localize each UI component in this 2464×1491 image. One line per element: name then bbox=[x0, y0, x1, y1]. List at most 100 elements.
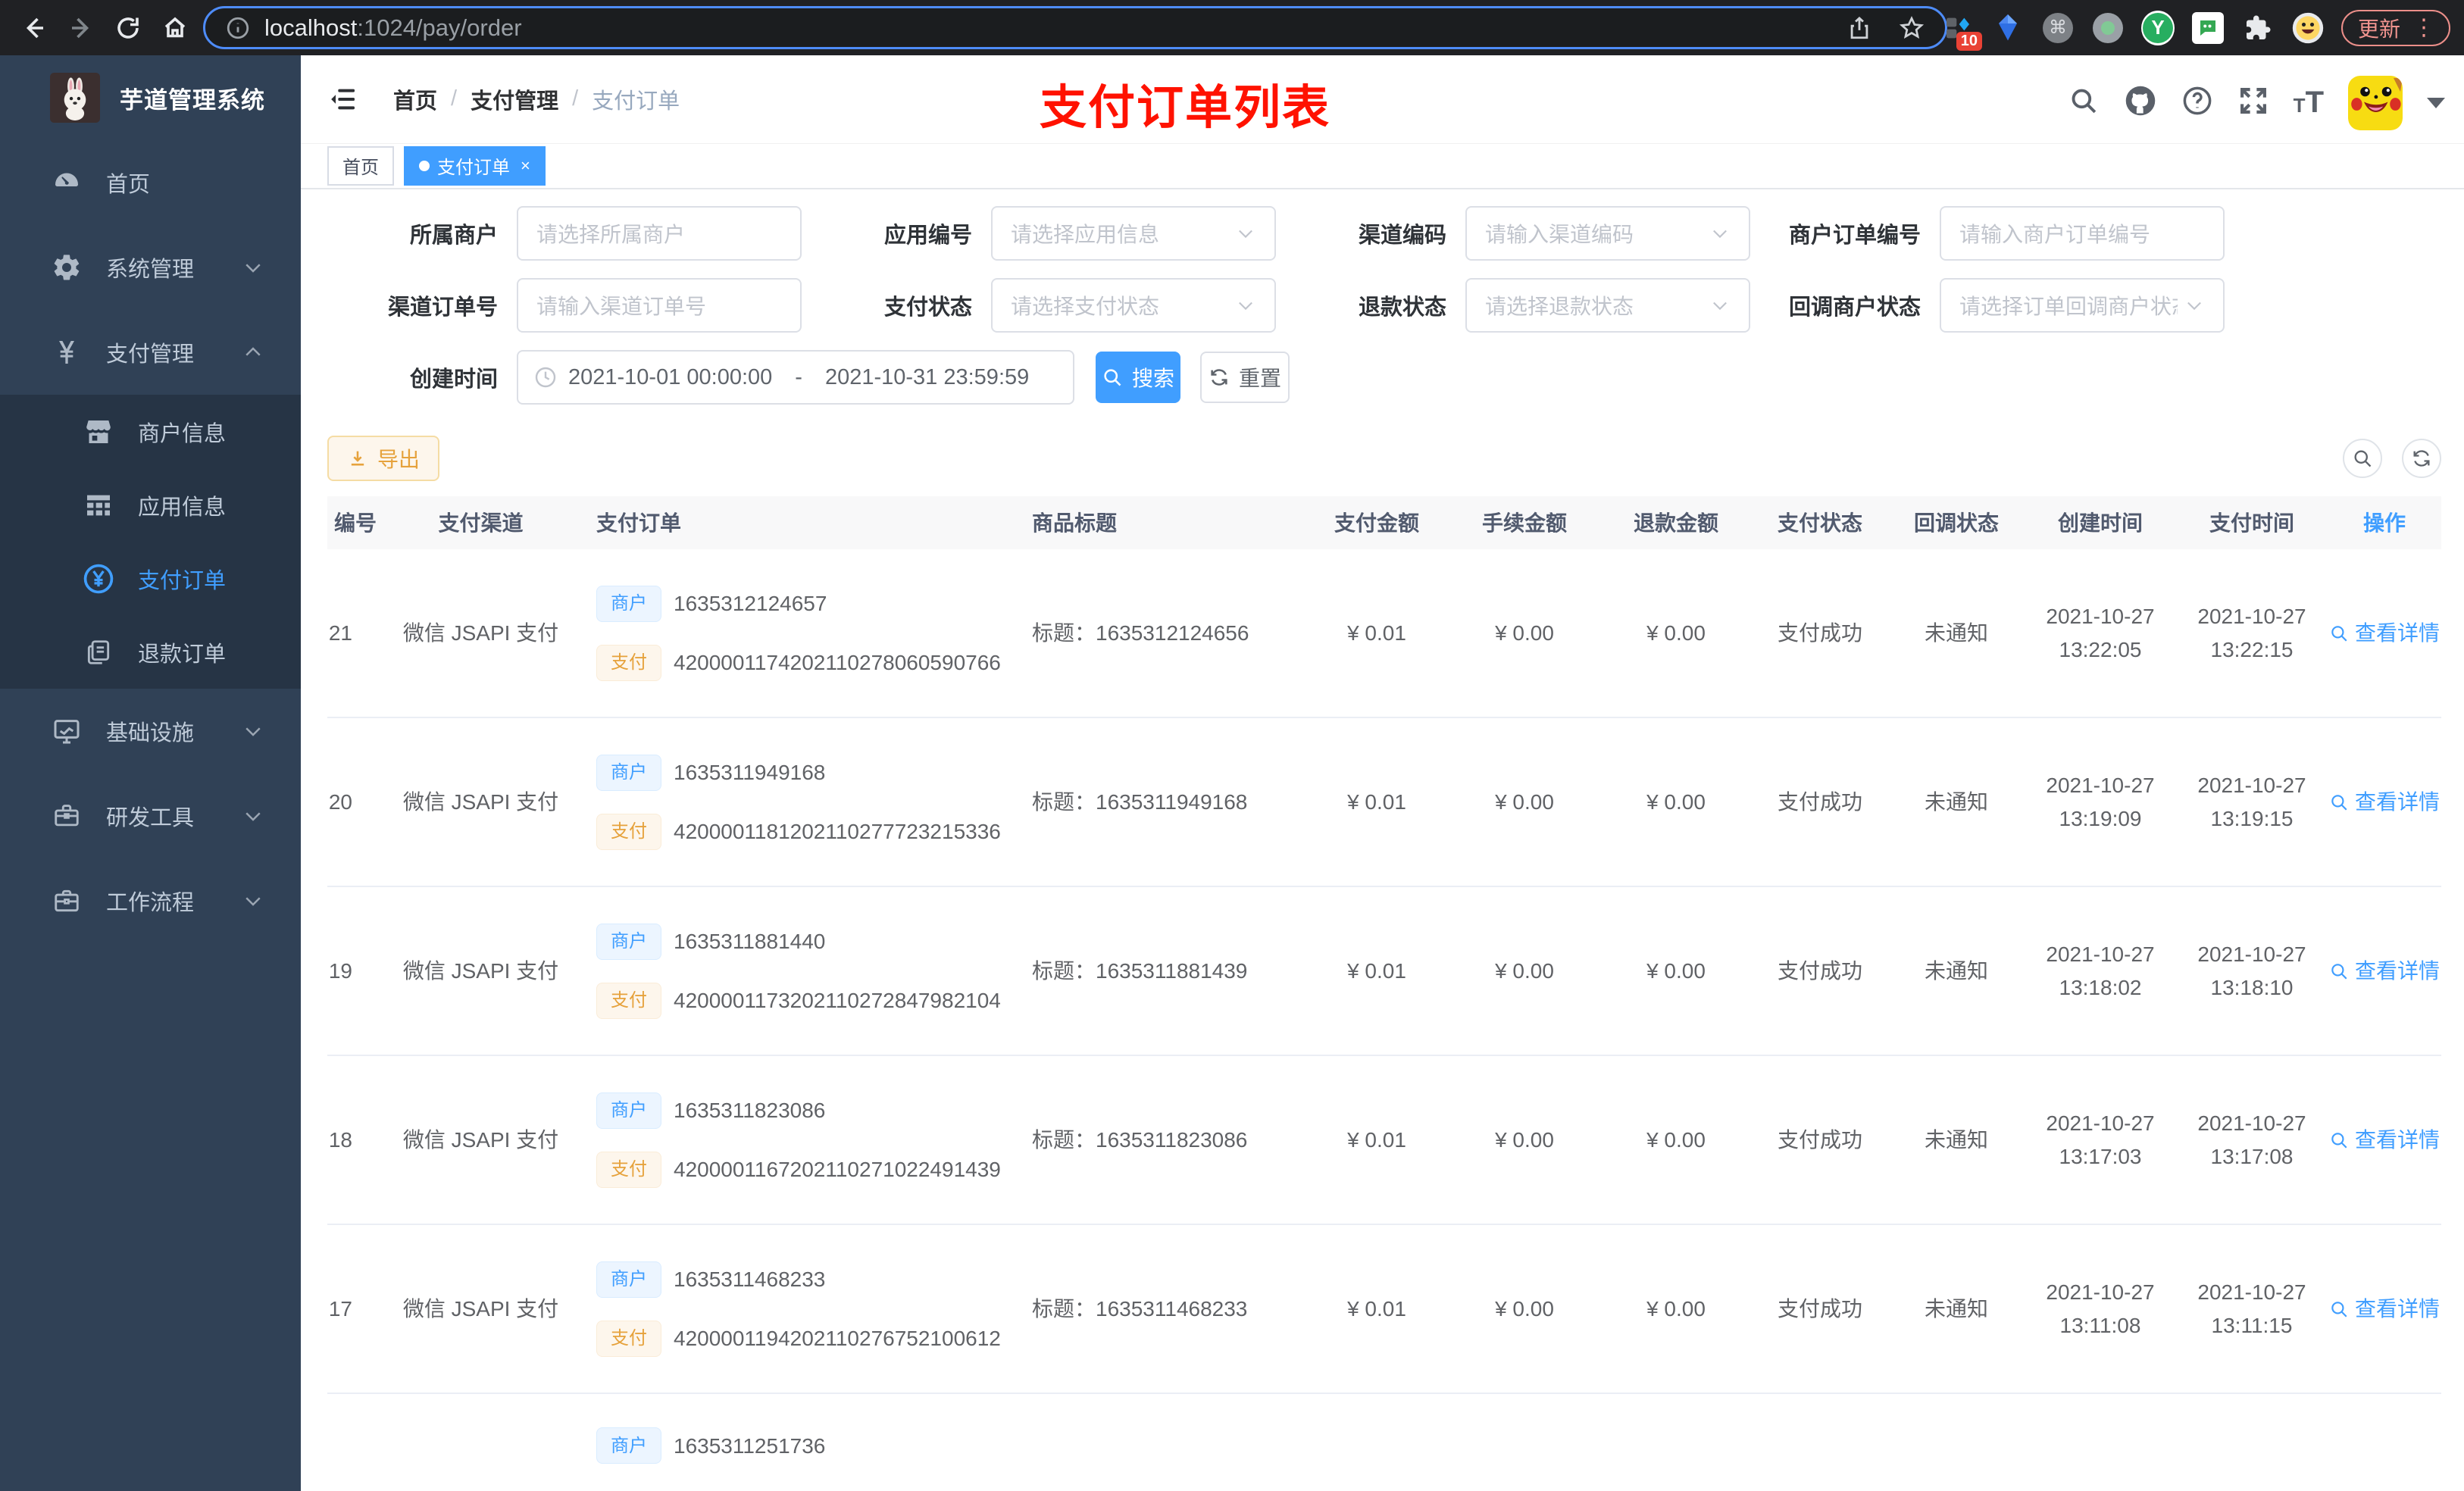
share-icon[interactable] bbox=[1846, 15, 1872, 41]
reset-button[interactable]: 重置 bbox=[1200, 352, 1290, 404]
pay-tag: 支付 bbox=[596, 644, 661, 681]
sidebar-item-3[interactable]: 商户信息 bbox=[0, 395, 301, 468]
browser-forward-icon[interactable] bbox=[64, 11, 98, 45]
ext-command-icon[interactable]: ⌘ bbox=[2041, 11, 2075, 45]
table-row-partial: 商户 1635311251736 bbox=[327, 1394, 2441, 1491]
browser-back-icon[interactable] bbox=[17, 11, 52, 45]
tag-pay-order[interactable]: 支付订单 × bbox=[404, 145, 546, 186]
pay-tag: 支付 bbox=[596, 1320, 661, 1357]
toggle-search-button[interactable] bbox=[2343, 439, 2382, 479]
filter-select-2[interactable]: 请输入渠道编码 bbox=[1465, 206, 1750, 261]
url-text[interactable]: localhost:1024/pay/order bbox=[264, 14, 1821, 42]
tag-home[interactable]: 首页 bbox=[327, 145, 394, 186]
sidebar-item-7[interactable]: 基础设施 bbox=[0, 689, 301, 774]
product-title: 标题： 1635312124656 bbox=[1009, 617, 1305, 649]
export-button[interactable]: 导出 bbox=[327, 436, 440, 482]
app-logo[interactable]: 芋道管理系统 bbox=[0, 55, 301, 140]
placeholder-text: 请选择退款状态 bbox=[1485, 295, 1634, 319]
tag-close-icon[interactable]: × bbox=[521, 156, 530, 176]
pay-tag: 支付 bbox=[596, 982, 661, 1019]
help-icon[interactable] bbox=[2181, 85, 2213, 120]
gear-icon bbox=[50, 252, 83, 283]
view-detail-link[interactable]: 查看详情 bbox=[2328, 1293, 2441, 1325]
clock-icon bbox=[533, 365, 558, 389]
github-icon[interactable] bbox=[2124, 84, 2157, 121]
order-table: 编号 支付渠道 支付订单 商品标题 支付金额 手续金额 退款金额 支付状态 回调状态 创建时间 支付… bbox=[327, 496, 2441, 1491]
view-detail-link[interactable]: 查看详情 bbox=[2328, 617, 2441, 649]
sidebar-fold-icon[interactable] bbox=[328, 84, 358, 114]
breadcrumb-pay-manage[interactable]: 支付管理 bbox=[471, 83, 558, 115]
sidebar-item-8[interactable]: 研发工具 bbox=[0, 774, 301, 858]
avatar-dropdown-icon[interactable] bbox=[2427, 97, 2445, 108]
extensions-puzzle-icon[interactable] bbox=[2241, 11, 2275, 45]
filter-input-0[interactable]: 请选择所属商户 bbox=[517, 206, 802, 261]
merchant-order-no: 1635311881440 bbox=[674, 930, 826, 954]
column-header-8: 回调状态 bbox=[1913, 511, 1999, 535]
pay-channel: 微信 JSAPI 支付 bbox=[402, 790, 559, 814]
url-bar[interactable]: localhost:1024/pay/order bbox=[203, 6, 1947, 49]
bookmark-star-icon[interactable] bbox=[1898, 14, 1925, 42]
column-header-7: 支付状态 bbox=[1777, 511, 1862, 535]
sidebar-item-4[interactable]: 应用信息 bbox=[0, 468, 301, 542]
filter-select-5[interactable]: 请选择支付状态 bbox=[991, 278, 1276, 333]
breadcrumb-home[interactable]: 首页 bbox=[393, 83, 437, 115]
pay-amount: ¥ 0.01 bbox=[1347, 621, 1406, 645]
search-button[interactable]: 搜索 bbox=[1096, 352, 1180, 404]
sidebar-item-6[interactable]: 退款订单 bbox=[0, 615, 301, 689]
url-info-icon[interactable] bbox=[225, 15, 251, 41]
fullscreen-icon[interactable] bbox=[2237, 85, 2269, 120]
filter-label-5: 支付状态 bbox=[883, 295, 972, 320]
ext-dot-icon[interactable] bbox=[2091, 11, 2125, 45]
app-title: 芋道管理系统 bbox=[120, 86, 265, 114]
yen-icon bbox=[50, 337, 83, 367]
browser-home-icon[interactable] bbox=[158, 11, 192, 45]
chevron-down-icon bbox=[242, 256, 264, 279]
title-prefix: 标题： bbox=[1032, 959, 1096, 983]
column-header-3: 商品标题 bbox=[1032, 511, 1118, 535]
refund-amount: ¥ 0.00 bbox=[1646, 621, 1706, 645]
table-toolbar: 导出 bbox=[301, 422, 2464, 492]
view-detail-link[interactable]: 查看详情 bbox=[2328, 786, 2441, 818]
date-start[interactable]: 2021-10-01 00:00:00 bbox=[568, 365, 772, 390]
filter-select-6[interactable]: 请选择退款状态 bbox=[1465, 278, 1750, 333]
browser-menu-icon[interactable]: ⋮ bbox=[2412, 14, 2435, 41]
sidebar-item-label: 研发工具 bbox=[106, 806, 195, 830]
merchant-tag: 商户 bbox=[596, 1427, 661, 1464]
top-navbar: 首页 / 支付管理 / 支付订单 支付订单列表 TT bbox=[301, 55, 2464, 144]
ext-gem-icon[interactable] bbox=[1991, 11, 2025, 45]
ext-y-icon[interactable]: Y bbox=[2140, 10, 2175, 45]
profile-emoji-icon[interactable] bbox=[2291, 11, 2325, 45]
ext-chat-icon[interactable] bbox=[2191, 11, 2225, 45]
filter-select-7[interactable]: 请选择订单回调商户状态 bbox=[1940, 278, 2225, 333]
header-search-icon[interactable] bbox=[2068, 85, 2100, 120]
active-dot-icon bbox=[419, 160, 430, 171]
sidebar-item-5[interactable]: 支付订单 bbox=[0, 542, 301, 615]
sidebar-item-0[interactable]: 首页 bbox=[0, 140, 301, 225]
create-time-range-input[interactable]: 2021-10-01 00:00:00 - 2021-10-31 23:59:5… bbox=[517, 350, 1074, 405]
title-value: 1635311949168 bbox=[1096, 790, 1248, 814]
date-filter-row: 创建时间 2021-10-01 00:00:00 - 2021-10-31 23… bbox=[327, 350, 2441, 405]
logo-rabbit-image bbox=[50, 73, 100, 123]
update-button[interactable]: 更新 ⋮ bbox=[2340, 9, 2450, 46]
sidebar-item-1[interactable]: 系统管理 bbox=[0, 225, 301, 310]
created-time: 2021-10-27 13:18:02 bbox=[2046, 942, 2155, 999]
table-header-row: 编号 支付渠道 支付订单 商品标题 支付金额 手续金额 退款金额 支付状态 回调状态 创建时间 支付… bbox=[327, 496, 2441, 550]
sidebar-item-label: 退款订单 bbox=[138, 642, 227, 667]
date-end[interactable]: 2021-10-31 23:59:59 bbox=[825, 365, 1029, 390]
merchant-order-no: 1635311468233 bbox=[674, 1268, 826, 1292]
sidebar-item-9[interactable]: 工作流程 bbox=[0, 858, 301, 943]
view-detail-link[interactable]: 查看详情 bbox=[2328, 955, 2441, 987]
filter-input-3[interactable]: 请输入商户订单编号 bbox=[1940, 206, 2225, 261]
view-detail-link[interactable]: 查看详情 bbox=[2328, 1124, 2441, 1156]
filter-input-4[interactable]: 请输入渠道订单号 bbox=[517, 278, 802, 333]
ext-sidekick-icon[interactable]: 10 bbox=[1941, 11, 1982, 51]
order-id: 18 bbox=[328, 1128, 352, 1152]
user-avatar[interactable] bbox=[2348, 75, 2403, 130]
refresh-button[interactable] bbox=[2402, 439, 2441, 479]
title-value: 1635311468233 bbox=[1096, 1297, 1248, 1321]
filter-select-1[interactable]: 请选择应用信息 bbox=[991, 206, 1276, 261]
order-id: 20 bbox=[328, 790, 352, 814]
font-size-icon[interactable]: TT bbox=[2294, 86, 2324, 120]
browser-reload-icon[interactable] bbox=[111, 11, 145, 45]
sidebar-item-2[interactable]: 支付管理 bbox=[0, 310, 301, 395]
